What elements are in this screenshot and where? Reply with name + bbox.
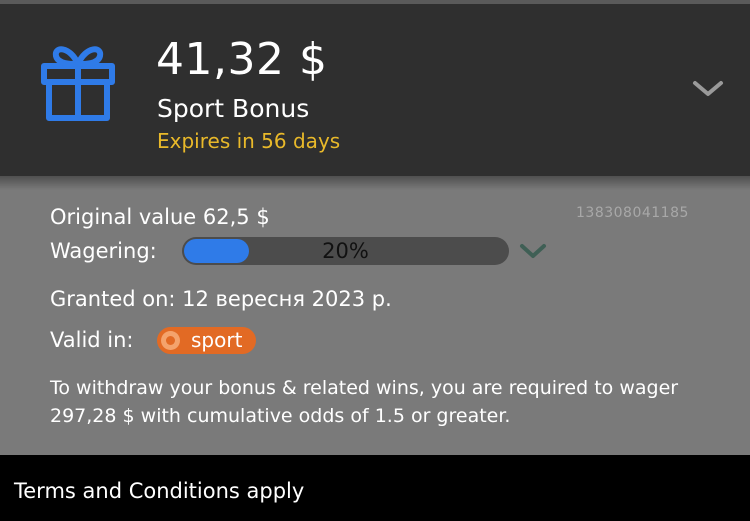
bonus-header: 41,32 $ Sport Bonus Expires in 56 days <box>0 4 750 176</box>
wagering-progress-text: 20% <box>322 239 369 263</box>
header-shadow <box>0 176 750 190</box>
wagering-label: Wagering: <box>50 239 157 263</box>
granted-on: Granted on: 12 вересня 2023 р. <box>50 287 392 311</box>
bonus-card: 41,32 $ Sport Bonus Expires in 56 days 1… <box>0 0 750 455</box>
wagering-requirement-text: To withdraw your bonus & related wins, y… <box>50 377 679 427</box>
expiry-text: Expires in 56 days <box>157 129 341 153</box>
original-value: Original value 62,5 $ <box>50 205 270 229</box>
bonus-name: Sport Bonus <box>157 94 310 123</box>
bonus-reference-id: 138308041185 <box>576 205 689 221</box>
sport-badge: sport <box>157 327 257 354</box>
terms-link[interactable]: Terms and Conditions apply <box>14 477 304 505</box>
sport-badge-label: sport <box>191 328 243 352</box>
wagering-expand-icon[interactable] <box>518 240 548 262</box>
sport-icon <box>161 331 180 350</box>
valid-in-label: Valid in: <box>50 328 134 352</box>
gift-icon <box>41 46 115 121</box>
bonus-amount: 41,32 $ <box>156 34 328 85</box>
chevron-down-icon[interactable] <box>690 76 726 100</box>
wagering-progress-bar: 20% <box>182 237 509 265</box>
